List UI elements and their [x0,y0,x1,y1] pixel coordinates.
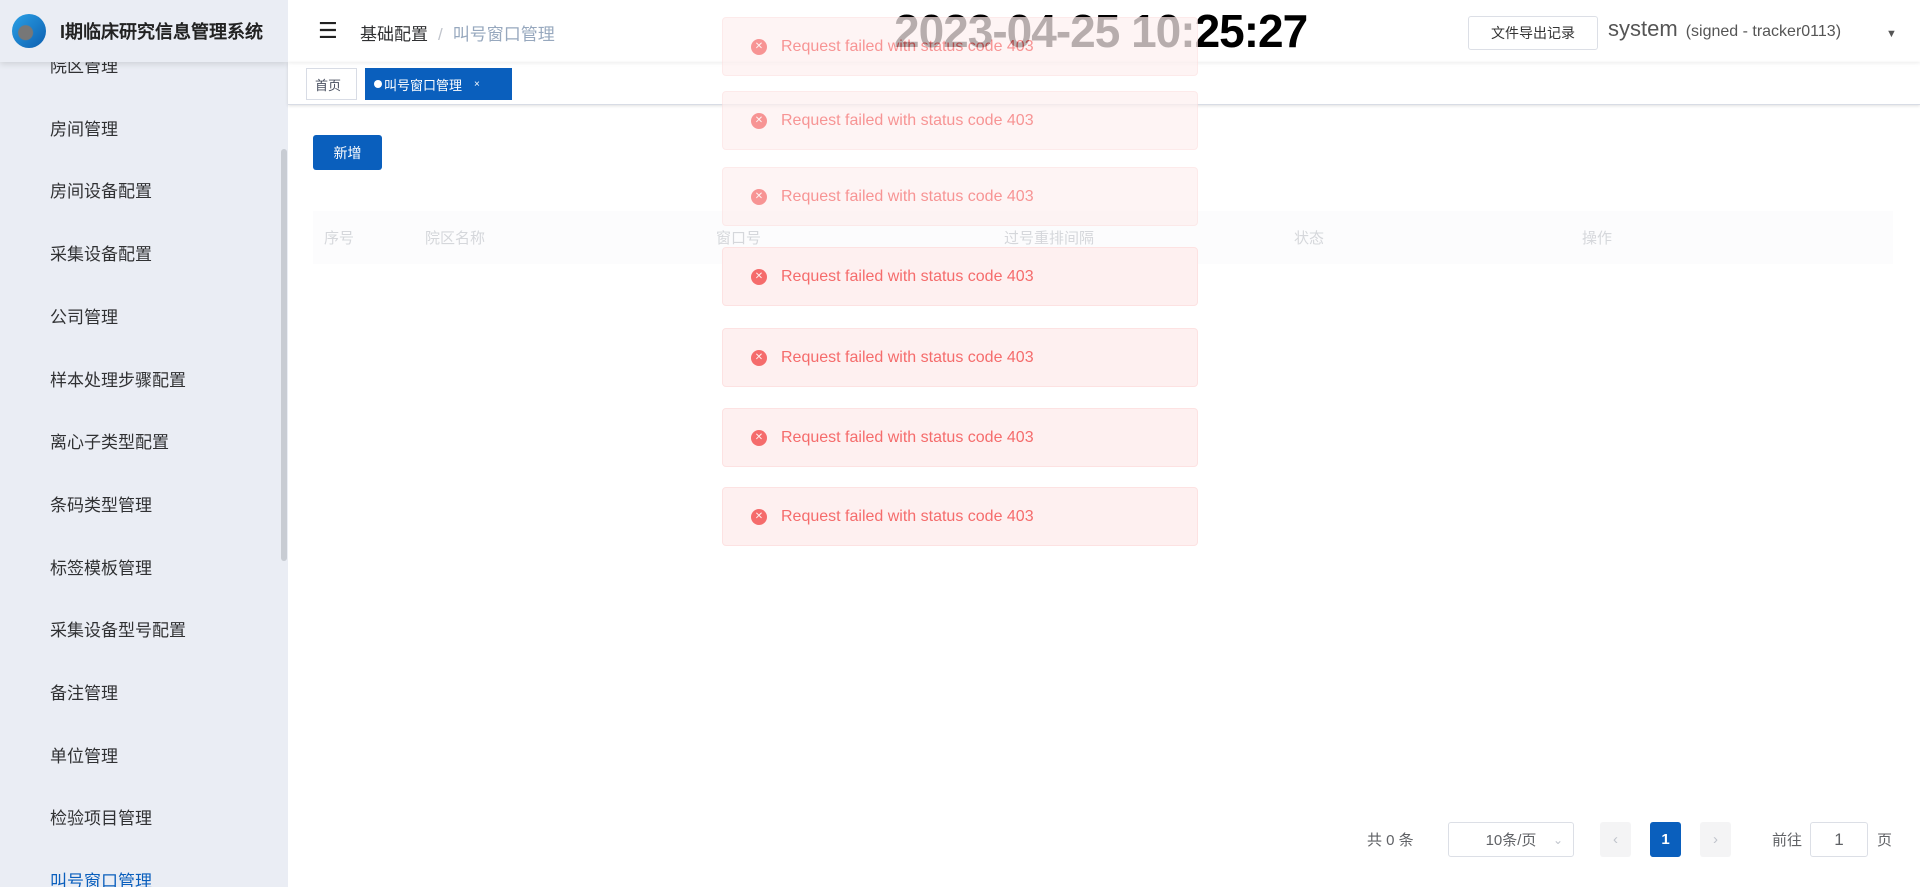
sidebar-item[interactable]: 采集设备配置 [50,240,152,265]
next-page-button[interactable]: › [1700,822,1731,857]
toast-message: Request failed with status code 403 [781,187,1034,205]
sidebar-item[interactable]: 条码类型管理 [50,491,152,516]
error-toast: ✕ Request failed with status code 403 [722,408,1198,467]
page-size-value: 10条/页 [1485,832,1537,849]
sidebar-item[interactable]: 房间管理 [50,115,118,140]
sidebar-item[interactable]: 备注管理 [50,679,118,704]
sidebar-scrollbar[interactable] [281,149,287,561]
error-icon: ✕ [751,38,767,55]
user-menu[interactable]: system (signed - tracker0113) [1608,16,1841,42]
error-icon: ✕ [751,349,767,366]
active-dot-icon [374,80,382,88]
toast-message: Request failed with status code 403 [781,267,1034,285]
error-toast: ✕ Request failed with status code 403 [722,328,1198,387]
chevron-down-icon: ⌄ [1552,832,1563,847]
sidebar-item[interactable]: 样本处理步骤配置 [50,366,186,391]
page-size-select[interactable]: 10条/页 ⌄ [1448,822,1574,857]
column-header: 序号 [324,230,355,247]
column-header: 状态 [1294,230,1325,247]
toast-message: Request failed with status code 403 [781,37,1034,55]
sidebar-item[interactable]: 检验项目管理 [50,804,152,829]
toast-message: Request failed with status code 403 [781,111,1034,129]
menu-toggle-icon[interactable]: ☰ [318,18,338,44]
tab-label: 首页 [315,77,342,93]
error-toast: ✕ Request failed with status code 403 [722,487,1198,546]
breadcrumb-item[interactable]: 基础配置 [360,25,428,44]
error-icon: ✕ [751,268,767,285]
column-header: 操作 [1582,230,1613,247]
goto-label: 前往 [1772,832,1803,849]
page-suffix: 页 [1877,832,1893,849]
error-icon: ✕ [751,508,767,525]
tab-label: 叫号窗口管理 [384,77,463,93]
tab-call-window[interactable]: 叫号窗口管理 × [365,68,512,100]
goto-page-input[interactable]: 1 [1810,822,1868,857]
logo-icon [12,14,46,48]
prev-page-button[interactable]: ‹ [1600,822,1631,857]
sidebar-item[interactable]: 叫号窗口管理 [50,867,152,887]
column-header: 窗口号 [716,230,762,247]
sidebar-item[interactable]: 房间设备配置 [50,177,152,202]
sidebar-item[interactable]: 标签模板管理 [50,554,152,579]
toast-message: Request failed with status code 403 [781,428,1034,446]
pagination-total: 共 0 条 [1367,832,1414,849]
column-header: 院区名称 [425,230,486,247]
toast-message: Request failed with status code 403 [781,348,1034,366]
error-icon: ✕ [751,112,767,129]
sidebar-item[interactable]: 公司管理 [50,303,118,328]
sidebar-item[interactable]: 采集设备型号配置 [50,616,186,641]
error-icon: ✕ [751,429,767,446]
page-1-button[interactable]: 1 [1650,822,1681,857]
sidebar-item[interactable]: 离心子类型配置 [50,428,169,453]
tab-home[interactable]: 首页 [306,68,357,100]
error-toast: ✕ Request failed with status code 403 [722,247,1198,306]
username: system [1608,16,1678,41]
app-title: I期临床研究信息管理系统 [60,22,263,42]
error-icon: ✕ [751,188,767,205]
close-icon[interactable]: × [474,79,480,90]
breadcrumb-separator: / [438,25,443,44]
chevron-down-icon[interactable]: ▼ [1886,28,1897,40]
add-button[interactable]: 新增 [313,135,382,170]
sidebar: I期临床研究信息管理系统 院区管理 房间管理 房间设备配置 采集设备配置 公司管理 样本处… [0,0,288,887]
error-toast: ✕ Request failed with status code 403 [722,91,1198,150]
sidebar-item[interactable]: 单位管理 [50,742,118,767]
error-toast: ✕ Request failed with status code 403 [722,167,1198,226]
error-toast: ✕ Request failed with status code 403 [722,17,1198,76]
column-header: 过号重排间隔 [1004,230,1095,247]
breadcrumb-current: 叫号窗口管理 [452,25,555,44]
user-sub: (signed - tracker0113) [1685,23,1842,40]
toast-message: Request failed with status code 403 [781,507,1034,525]
export-records-button[interactable]: 文件导出记录 [1468,16,1598,50]
logo: I期临床研究信息管理系统 [0,0,288,62]
breadcrumb: 基础配置 / 叫号窗口管理 [360,20,555,45]
